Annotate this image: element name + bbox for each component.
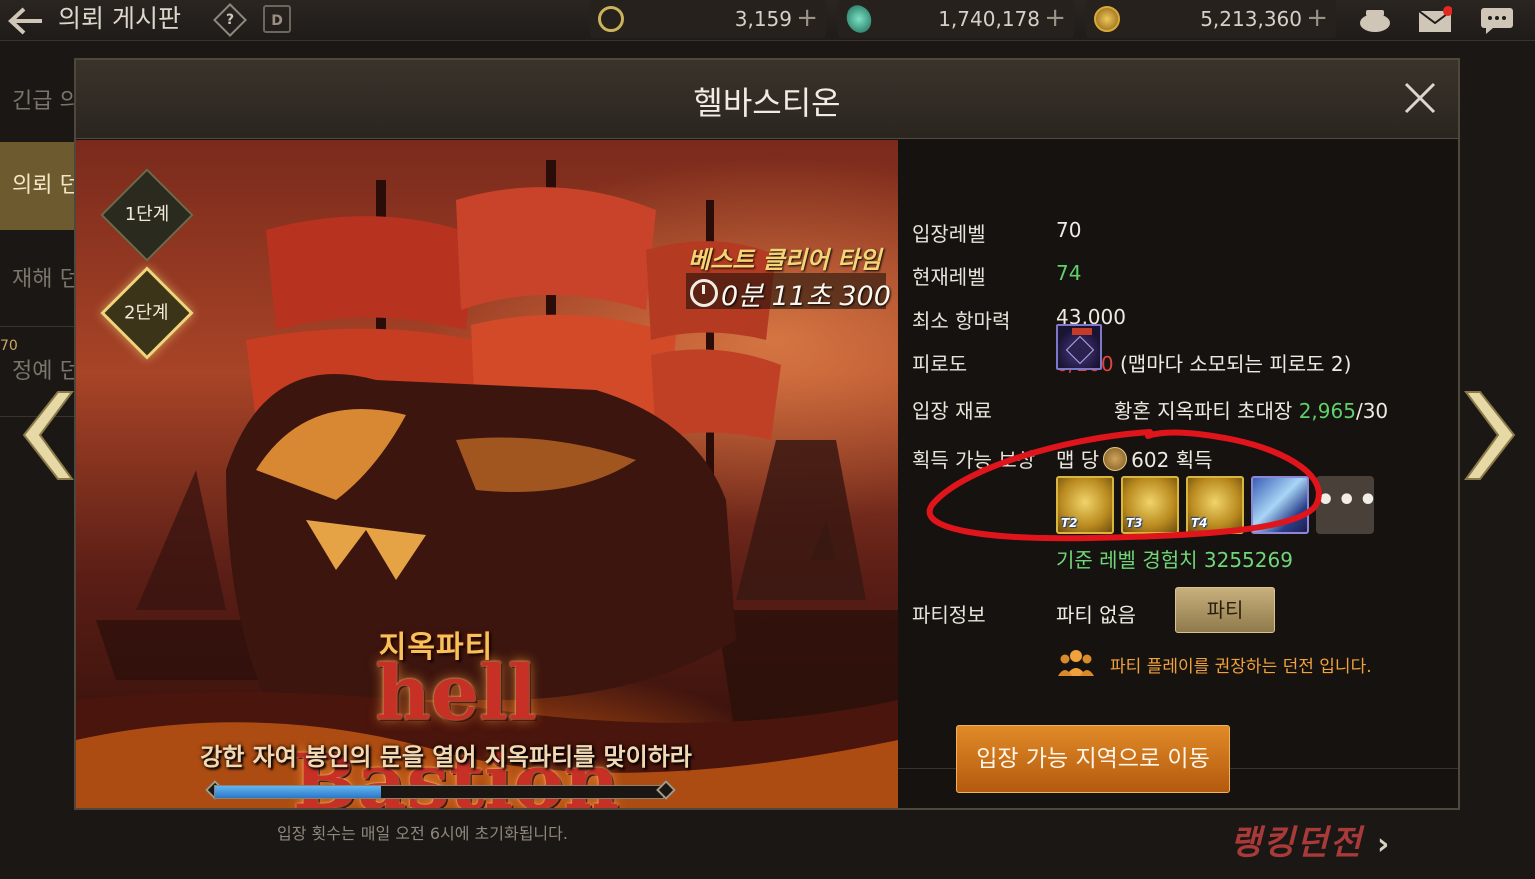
chat-icon[interactable] xyxy=(1480,6,1514,34)
fatigue-label: 피로도 xyxy=(912,352,968,376)
current-level-label: 현재레벨 xyxy=(912,265,986,289)
modal-title: 헬바스티온 xyxy=(693,84,841,122)
level-badge: 70 xyxy=(0,338,18,354)
reward-per-map: 맵 당 602 획득 xyxy=(1056,444,1213,473)
entry-level-value: 70 xyxy=(1056,218,1082,242)
tier-label: T2 xyxy=(1061,516,1078,530)
more-rewards-button[interactable]: ••• xyxy=(1316,476,1380,534)
inventory-pot-icon[interactable] xyxy=(1358,6,1392,34)
divider xyxy=(0,326,75,327)
best-clear-time: 0분 11초 300 xyxy=(721,281,891,312)
dungeon-logo: hell Bastion xyxy=(292,648,620,808)
tier-label: T4 xyxy=(1191,516,1208,530)
tier-label: T3 xyxy=(1126,516,1143,530)
modal-header: 헬바스티온 xyxy=(76,60,1458,139)
material-info: 황혼 지옥파티 초대장 2,965/30 xyxy=(1114,395,1388,424)
chevron-right-icon: › xyxy=(1376,827,1392,862)
enter-area-button[interactable]: 입장 가능 지역으로 이동 xyxy=(956,725,1230,793)
prev-arrow-icon[interactable] xyxy=(18,388,78,483)
dungeon-info-panel: 입장레벨 70 현재레벨 74 최소 항마력 43,000 피로도 0/100 … xyxy=(898,140,1458,808)
entry-level-label: 입장레벨 xyxy=(912,222,986,246)
c-coin-value: 3,159 xyxy=(734,7,792,31)
crystal-icon xyxy=(842,2,876,36)
mail-icon[interactable] xyxy=(1418,6,1452,34)
party-info-label: 파티정보 xyxy=(912,603,986,627)
invitation-item-icon[interactable] xyxy=(1056,324,1102,370)
currency-gold: 5,213,360 + xyxy=(1086,0,1336,38)
currency-c-coin: 3,159 + xyxy=(590,0,826,38)
party-recommend-note: 파티 플레이를 권장하는 던전 입니다. xyxy=(1110,657,1372,677)
best-clear-label: 베스트 클리어 타임 xyxy=(688,246,882,274)
reward-label: 획득 가능 보상 xyxy=(912,448,1036,472)
stage-2-label: 2단계 xyxy=(123,302,169,324)
reward-item-t4[interactable]: T4 xyxy=(1186,476,1244,534)
ranking-dungeon-label: 랭킹던전 xyxy=(1230,823,1364,863)
close-icon[interactable] xyxy=(1400,78,1440,118)
material-name: 황혼 지옥파티 초대장 xyxy=(1114,399,1293,423)
help-icon[interactable]: ? xyxy=(213,3,247,37)
progress-fill xyxy=(215,786,381,798)
back-arrow-icon[interactable] xyxy=(6,6,46,42)
dungeon-modal: 헬바스티온 1단계 2단계 베스트 클리어 타임 0분 11초 300 지옥파티… xyxy=(74,58,1460,810)
add-crystal-button[interactable]: + xyxy=(1044,3,1066,33)
party-status: 파티 없음 xyxy=(1056,603,1136,627)
ranking-dungeon-link[interactable]: 랭킹던전 › xyxy=(1230,815,1391,864)
dungeon-artwork: 1단계 2단계 베스트 클리어 타임 0분 11초 300 지옥파티 hell … xyxy=(76,140,898,808)
side-item-request-dungeon[interactable]: 의뢰 던전 xyxy=(0,142,75,230)
currency-crystal: 1,740,178 + xyxy=(838,0,1074,38)
fatigue-note: (맵마다 소모되는 피로도 2) xyxy=(1120,352,1352,376)
current-level-value: 74 xyxy=(1056,261,1082,285)
stage-1-label: 1단계 xyxy=(124,204,170,225)
reward-item-t2[interactable]: T2 xyxy=(1056,476,1114,534)
add-c-coin-button[interactable]: + xyxy=(796,3,818,33)
gold-icon xyxy=(1094,6,1120,32)
side-item-urgent[interactable]: 긴급 의뢰 xyxy=(0,58,75,146)
add-gold-button[interactable]: + xyxy=(1306,3,1328,33)
reward-per-map-label: 맵 당 xyxy=(1056,448,1100,472)
side-menu: 긴급 의뢰 의뢰 던전 재해 던전 정예 던전 xyxy=(0,58,75,418)
seed-icon xyxy=(1103,447,1128,471)
material-have: 2,965 xyxy=(1298,399,1356,423)
next-arrow-icon[interactable] xyxy=(1460,388,1520,483)
calendar-icon[interactable]: D xyxy=(263,5,291,33)
material-need: /30 xyxy=(1355,399,1389,423)
party-button[interactable]: 파티 xyxy=(1175,587,1275,633)
crystal-value: 1,740,178 xyxy=(938,7,1040,31)
min-resist-label: 최소 항마력 xyxy=(912,309,1011,333)
more-icon: ••• xyxy=(1316,483,1380,518)
reward-item-crystal[interactable] xyxy=(1251,476,1309,534)
top-bar: 의뢰 게시판 ? D 3,159 + 1,740,178 + 5,213,360… xyxy=(0,0,1535,41)
dungeon-tagline: 강한 자여 봉인의 문을 열어 지옥파티를 맞이하라 xyxy=(200,743,692,771)
reward-amount: 602 획득 xyxy=(1131,448,1213,472)
clock-icon xyxy=(690,279,718,307)
material-label: 입장 재료 xyxy=(912,399,992,423)
reset-note: 입장 횟수는 매일 오전 6시에 초기화됩니다. xyxy=(277,824,568,843)
side-item-disaster-dungeon[interactable]: 재해 던전 xyxy=(0,236,75,324)
page-title: 의뢰 게시판 xyxy=(58,4,181,33)
party-group-icon xyxy=(1058,650,1094,676)
c-coin-icon xyxy=(598,6,624,32)
stage-progress-bar xyxy=(214,785,664,799)
gold-value: 5,213,360 xyxy=(1200,7,1302,31)
base-level-exp: 기준 레벨 경험치 3255269 xyxy=(1056,548,1293,572)
reward-item-t3[interactable]: T3 xyxy=(1121,476,1179,534)
